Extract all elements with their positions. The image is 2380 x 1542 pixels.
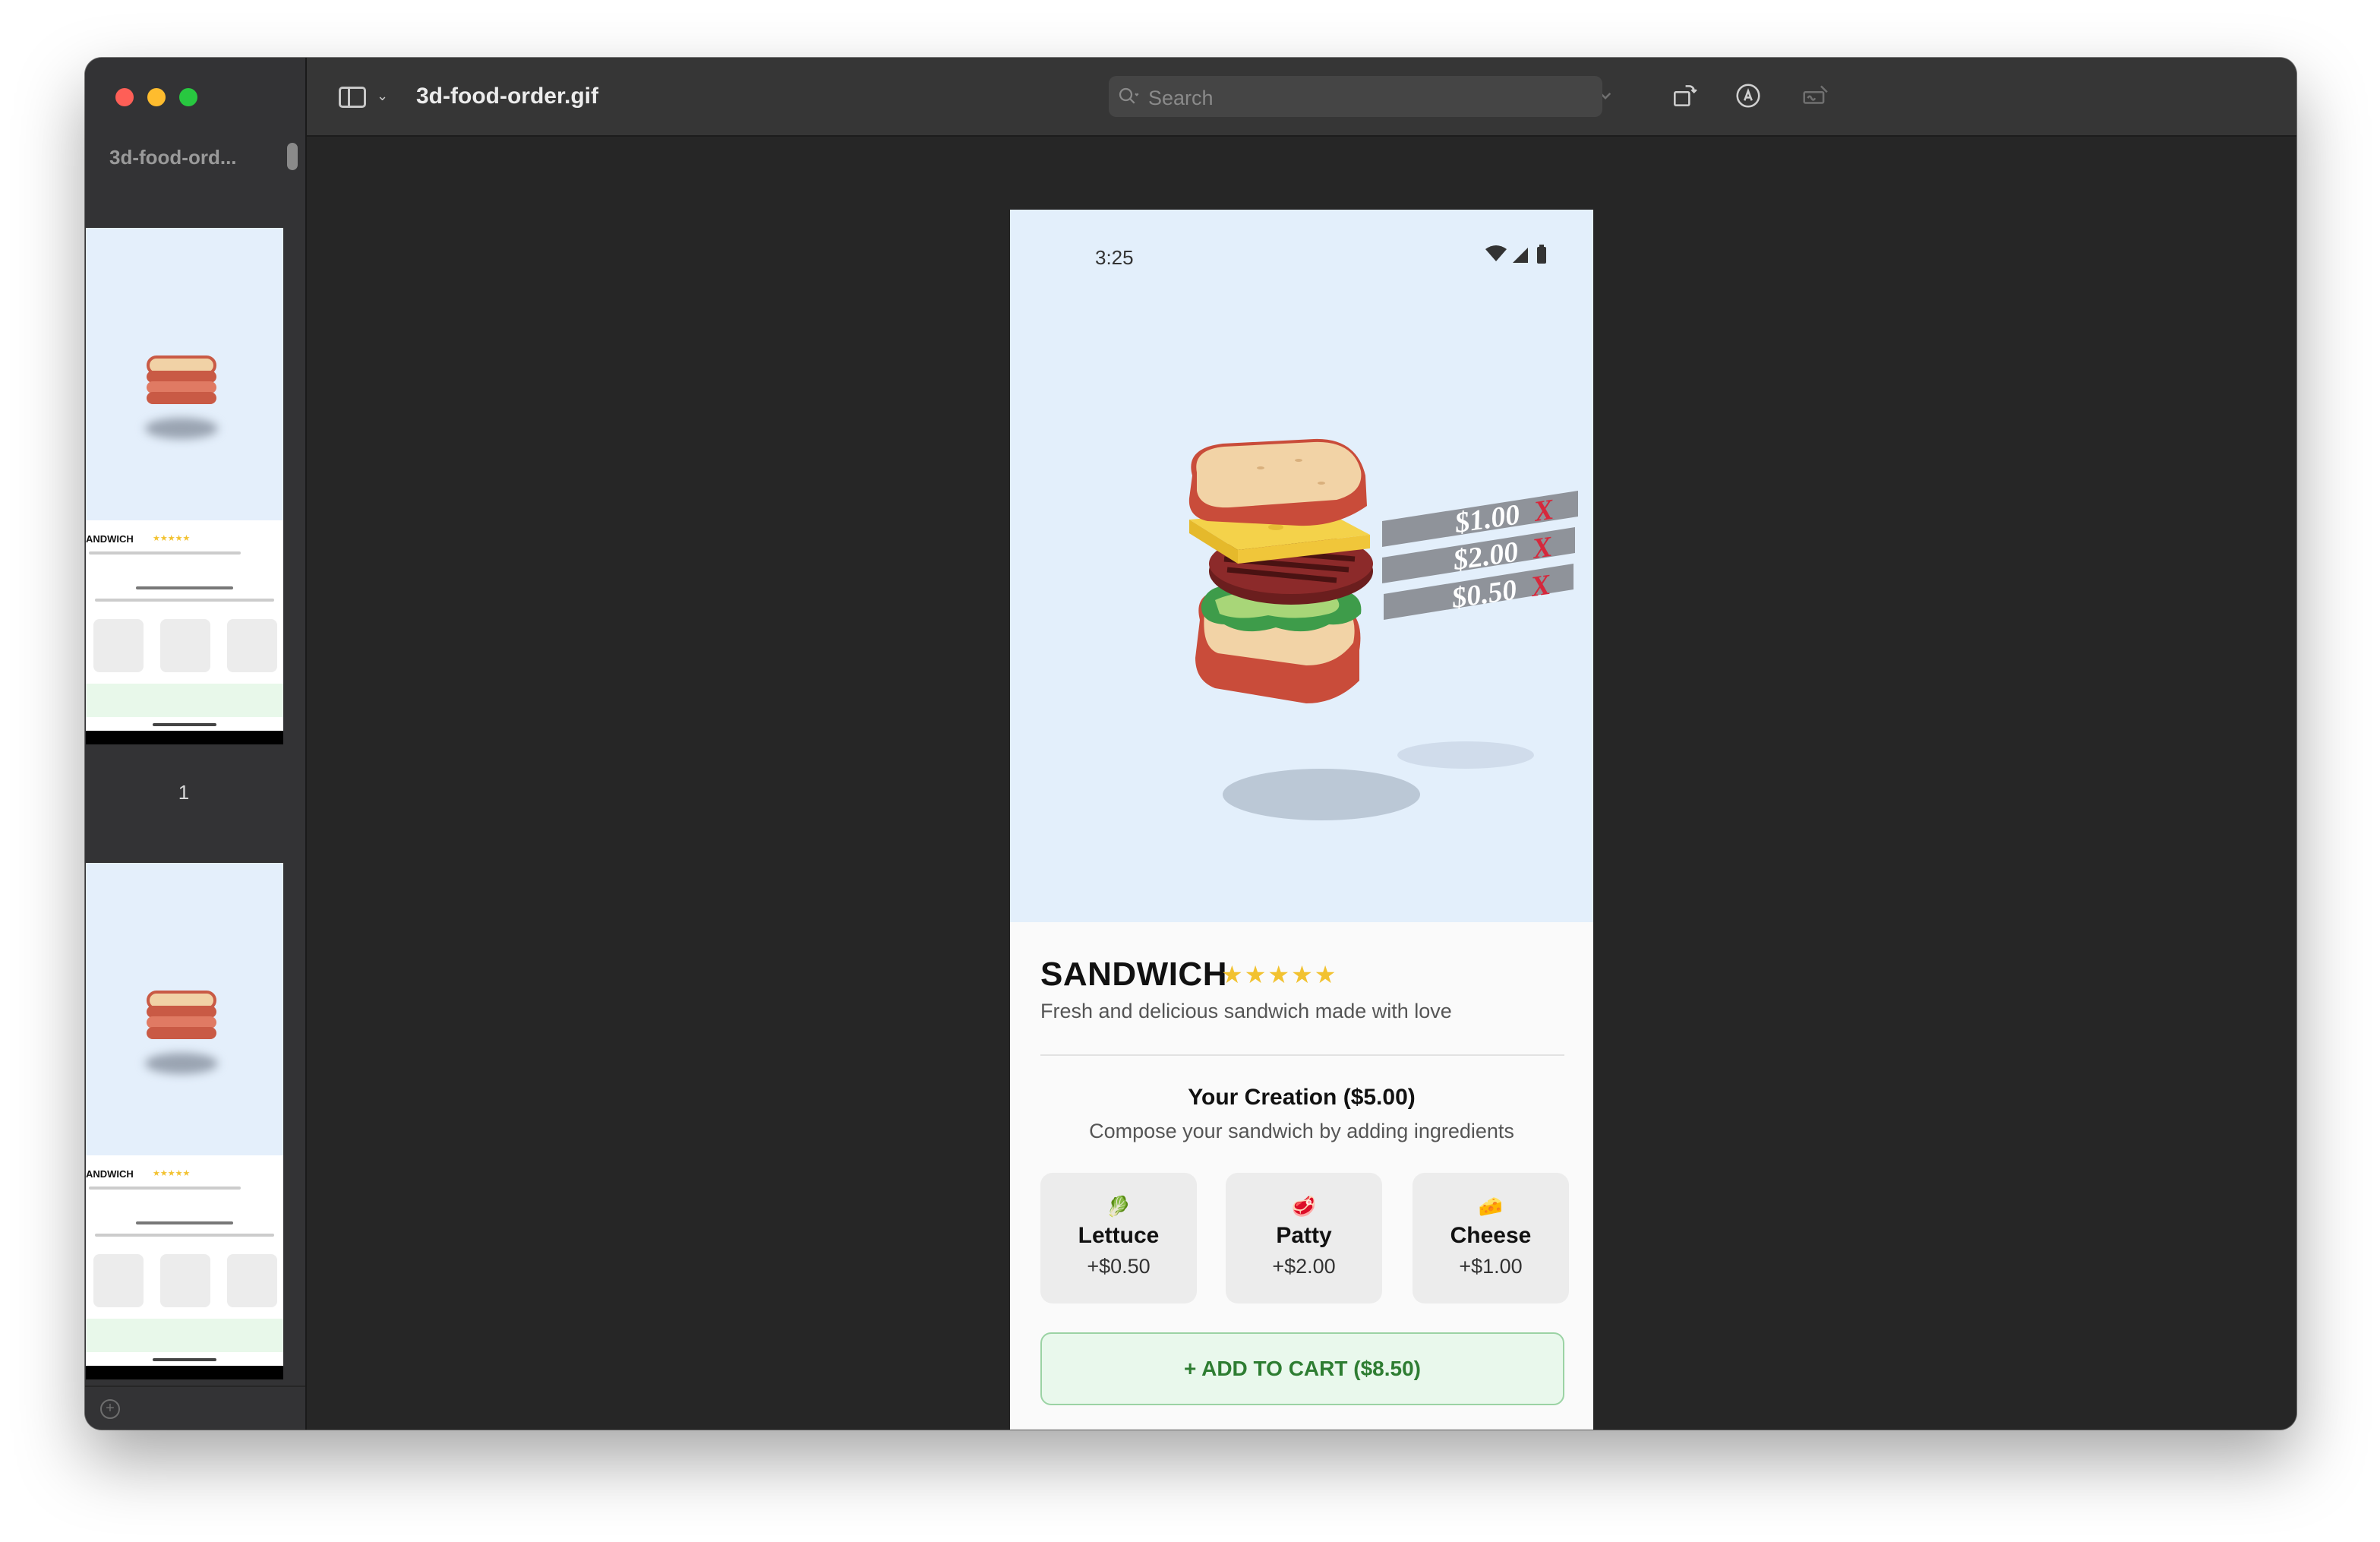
sidebar-toggle-icon[interactable] (339, 87, 366, 108)
meat-icon: 🥩 (1291, 1195, 1317, 1218)
thumbnail-rating-stars: ★★★★★ (153, 1169, 191, 1178)
search-placeholder: Search (1148, 87, 1214, 109)
add-page-icon[interactable]: + (100, 1399, 120, 1419)
cheese-icon: 🧀 (1478, 1195, 1504, 1218)
close-window-button[interactable] (115, 88, 134, 106)
document-canvas: 3:25 $1.00 X $2.00 X $0.50 X SANDWICH ★★… (307, 137, 2296, 1430)
minimize-window-button[interactable] (147, 88, 166, 106)
page-thumbnail[interactable]: ANDWICH ★★★★★ (86, 863, 283, 1379)
ingredient-price: +$0.50 (1087, 1255, 1151, 1278)
ingredient-price: +$2.00 (1272, 1255, 1336, 1278)
window-controls (115, 88, 197, 106)
signature-icon[interactable] (1800, 81, 1830, 111)
sidebar-scrollbar[interactable] (287, 143, 298, 170)
add-to-cart-button[interactable]: + ADD TO CART ($8.50) (1040, 1332, 1564, 1405)
phone-screenshot: 3:25 $1.00 X $2.00 X $0.50 X SANDWICH ★★… (1010, 210, 1593, 1430)
price-tag-1: $1.00 (1452, 498, 1522, 539)
ingredient-name: Lettuce (1078, 1223, 1160, 1248)
rating-stars: ★★★★★ (1221, 961, 1338, 988)
thumbnail-product-name: ANDWICH (86, 1168, 134, 1180)
ingredient-card-lettuce[interactable]: 🥬 Lettuce +$0.50 (1040, 1173, 1197, 1303)
chevron-down-icon[interactable]: ⌄ (377, 88, 388, 104)
zoom-window-button[interactable] (179, 88, 197, 106)
lettuce-icon: 🥬 (1106, 1195, 1132, 1218)
status-time: 3:25 (1095, 246, 1134, 269)
thumbnail-sidebar: 3d-food-ord... ANDWICH ★★★★★ 1 ANDWICH ★… (85, 58, 307, 1430)
preview-window: 3d-food-ord... ANDWICH ★★★★★ 1 ANDWICH ★… (85, 58, 2296, 1430)
ingredient-card-patty[interactable]: 🥩 Patty +$2.00 (1226, 1173, 1382, 1303)
search-icon (1119, 87, 1139, 104)
page-number-label: 1 (178, 781, 190, 804)
thumbnail-rating-stars: ★★★★★ (153, 534, 191, 543)
ingredient-name: Cheese (1450, 1223, 1532, 1248)
status-icons (1485, 245, 1546, 264)
product-description: Fresh and delicious sandwich made with l… (1040, 1000, 1452, 1022)
product-name: SANDWICH (1040, 956, 1227, 993)
toolbar: ⌄ 3d-food-order.gif Search (307, 58, 2296, 137)
thumbnail-product-name: ANDWICH (86, 533, 134, 545)
rotate-icon[interactable] (1669, 81, 1700, 111)
hero-area: 3:25 $1.00 X $2.00 X $0.50 X (1010, 210, 1593, 922)
sandwich-illustration: $1.00 X $2.00 X $0.50 X (1188, 438, 1578, 820)
price-tag-2: $2.00 (1450, 536, 1520, 577)
ingredient-card-cheese[interactable]: 🧀 Cheese +$1.00 (1413, 1173, 1569, 1303)
ingredient-name: Patty (1276, 1223, 1332, 1248)
page-thumbnail[interactable]: ANDWICH ★★★★★ (86, 228, 283, 744)
markup-icon[interactable] (1733, 81, 1763, 111)
creation-title: Your Creation ($5.00) (1188, 1085, 1416, 1110)
top-bread (1188, 438, 1367, 526)
price-tag-3: $0.50 (1449, 574, 1519, 615)
document-title: 3d-food-order.gif (416, 84, 598, 109)
creation-subtitle: Compose your sandwich by adding ingredie… (1089, 1120, 1514, 1142)
search-field[interactable]: Search (1109, 76, 1602, 117)
sidebar-document-title: 3d-food-ord... (109, 146, 237, 169)
divider (1040, 1054, 1564, 1056)
sidebar-footer: + (85, 1386, 305, 1430)
ingredient-price: +$1.00 (1459, 1255, 1523, 1278)
